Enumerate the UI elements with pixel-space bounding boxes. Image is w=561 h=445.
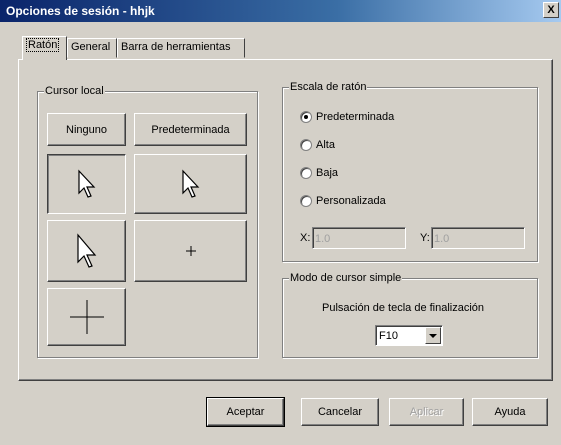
- cursor-none-button[interactable]: Ninguno: [47, 113, 126, 146]
- radio-baja-label: Baja: [316, 167, 339, 179]
- tab-raton-label: Ratón: [26, 38, 60, 52]
- cursor-arrow-large-button[interactable]: [47, 220, 126, 282]
- radio-predeterminada-label: Predeterminada: [316, 111, 395, 123]
- y-scale-label: Y:: [420, 232, 430, 244]
- cursor-local-legend: Cursor local: [44, 85, 105, 97]
- arrow-cursor-icon: [76, 233, 96, 268]
- x-scale-label: X:: [300, 232, 311, 244]
- scale-option-baja[interactable]: Baja: [300, 167, 338, 179]
- help-button[interactable]: Ayuda: [472, 398, 548, 426]
- tab-raton[interactable]: Ratón: [22, 36, 67, 60]
- cursor-arrow-medium-button[interactable]: [134, 154, 247, 214]
- finish-key-select[interactable]: F10: [375, 325, 443, 346]
- chevron-down-icon[interactable]: [425, 327, 441, 344]
- apply-button[interactable]: Aplicar: [389, 398, 464, 426]
- arrow-cursor-icon: [77, 169, 95, 198]
- y-scale-input[interactable]: 1.0: [431, 227, 525, 249]
- accept-button[interactable]: Aceptar: [206, 397, 285, 427]
- tab-barra-herramientas[interactable]: Barra de herramientas: [117, 38, 245, 58]
- radio-baja[interactable]: [300, 167, 312, 179]
- cursor-crosshair-large-button[interactable]: [47, 288, 126, 346]
- scale-option-alta[interactable]: Alta: [300, 139, 335, 151]
- radio-personalizada-label: Personalizada: [316, 195, 386, 207]
- finish-key-value: F10: [379, 330, 398, 342]
- title-bar: Opciones de sesión - hhjk X: [0, 0, 561, 22]
- tab-barra-label: Barra de herramientas: [121, 41, 231, 53]
- simple-cursor-group: Modo de cursor simple: [282, 272, 538, 358]
- close-button[interactable]: X: [543, 2, 559, 18]
- x-scale-input[interactable]: 1.0: [312, 227, 406, 249]
- radio-predeterminada[interactable]: [300, 111, 312, 123]
- cursor-arrow-small-button[interactable]: [47, 154, 126, 214]
- mouse-scale-legend: Escala de ratón: [289, 81, 368, 93]
- finish-key-label: Pulsación de tecla de finalización: [322, 302, 485, 314]
- crosshair-icon: [69, 300, 104, 334]
- arrow-cursor-icon: [181, 169, 199, 198]
- crosshair-icon: [185, 246, 196, 256]
- tab-general[interactable]: General: [67, 38, 117, 58]
- cursor-default-button[interactable]: Predeterminada: [134, 113, 247, 146]
- cancel-button[interactable]: Cancelar: [301, 398, 379, 426]
- radio-alta-label: Alta: [316, 139, 335, 151]
- scale-option-predeterminada[interactable]: Predeterminada: [300, 111, 394, 123]
- cursor-crosshair-small-button[interactable]: [134, 220, 247, 282]
- window-title: Opciones de sesión - hhjk: [6, 4, 155, 18]
- radio-alta[interactable]: [300, 139, 312, 151]
- scale-option-personalizada[interactable]: Personalizada: [300, 195, 386, 207]
- radio-personalizada[interactable]: [300, 195, 312, 207]
- simple-cursor-legend: Modo de cursor simple: [289, 272, 403, 284]
- tab-general-label: General: [71, 41, 111, 53]
